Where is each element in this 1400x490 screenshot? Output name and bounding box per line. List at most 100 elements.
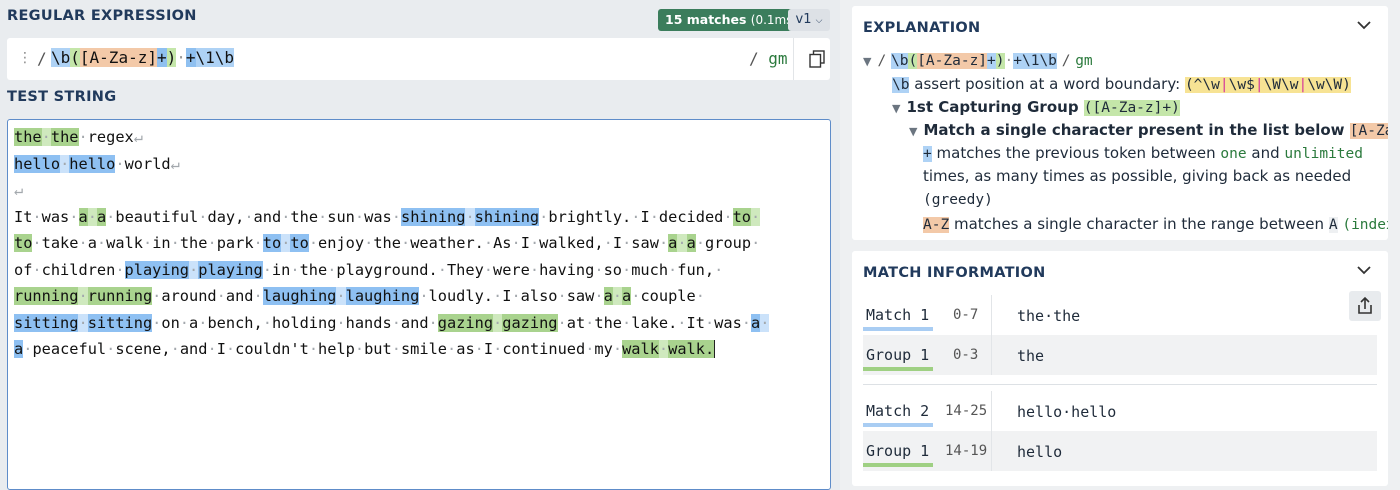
expr-part: \b xyxy=(1039,53,1057,69)
test-word: couldn't xyxy=(235,340,309,358)
test-word: sitting xyxy=(14,313,79,332)
test-word: was xyxy=(714,313,742,332)
whitespace-marker: · xyxy=(603,234,613,252)
newline-marker: ↵ xyxy=(14,181,24,199)
regex-token: ) xyxy=(166,48,177,67)
group-row[interactable]: Group 1 0-3 the xyxy=(863,335,1377,375)
test-word: shining xyxy=(400,207,466,226)
regex-open-delimiter: / xyxy=(37,49,47,68)
explanation-line: ▼ / \b([A-Za-z]+)·+\1\b / gm xyxy=(863,49,1093,73)
test-word: much xyxy=(631,260,669,279)
test-word: in xyxy=(152,234,171,252)
match-information-panel: MATCH INFORMATION Match 1 0-7 the·the Gr… xyxy=(852,251,1388,486)
whitespace-marker: · xyxy=(87,207,97,226)
chevron-down-icon: ⌵ xyxy=(815,16,823,26)
chevron-down-icon[interactable] xyxy=(1357,20,1371,30)
whitespace-marker: · xyxy=(714,260,724,279)
test-word: a xyxy=(14,340,24,358)
test-word: I xyxy=(216,340,226,358)
whitespace-marker: · xyxy=(170,234,180,252)
explanation-keyword: unlimited xyxy=(1284,146,1363,162)
group-row[interactable]: Group 1 14-19 hello xyxy=(863,431,1377,471)
group-label: Group 1 xyxy=(863,346,934,371)
detail-part: | xyxy=(1219,77,1229,93)
test-word: and xyxy=(179,340,208,358)
test-string-text[interactable]: the·the·regex↵ hello·hello·world↵ ↵ It·was·… xyxy=(14,124,826,363)
whitespace-marker: · xyxy=(723,207,733,226)
whitespace-marker: · xyxy=(262,260,272,279)
editor-column: REGULAR EXPRESSION 15 matches (0.1ms) v1… xyxy=(0,0,840,490)
drag-handle-icon[interactable]: ⋮ xyxy=(18,50,32,66)
whitespace-marker: · xyxy=(354,340,365,358)
test-word: continued xyxy=(502,340,586,358)
whitespace-marker: · xyxy=(594,260,604,279)
test-word: a xyxy=(96,207,107,226)
divider xyxy=(991,431,992,471)
whitespace-marker: · xyxy=(483,234,494,252)
test-word: the xyxy=(299,260,328,279)
detail-part: \w\W) xyxy=(1307,77,1351,93)
regex-flags[interactable]: / gm xyxy=(749,49,788,68)
whitespace-marker: · xyxy=(400,234,411,252)
test-word: beautiful xyxy=(115,207,199,226)
test-word: sitting xyxy=(87,313,153,332)
test-word: was xyxy=(41,207,70,226)
explanation-text: and xyxy=(1251,144,1280,162)
test-word: hello xyxy=(69,154,116,173)
copy-icon[interactable] xyxy=(809,50,825,68)
match-range: 0-7 xyxy=(953,307,979,323)
test-word: the xyxy=(373,234,401,252)
match-count: 15 matches xyxy=(665,12,747,27)
test-word: brightly. xyxy=(548,207,632,226)
explanation-label: 1st Capturing Group xyxy=(906,98,1079,116)
chevron-down-icon[interactable] xyxy=(1357,265,1371,275)
explanation-line: + matches the previous token between one… xyxy=(923,142,1363,165)
explanation-text: matches the previous token between xyxy=(936,144,1216,162)
test-word: running xyxy=(87,287,153,305)
whitespace-marker: · xyxy=(612,287,623,305)
test-word: a xyxy=(622,287,632,305)
triangle-down-icon[interactable]: ▼ xyxy=(863,55,871,68)
explanation-line: ▼ Match a single character present in the… xyxy=(909,119,1388,143)
regex-input[interactable]: ⋮ / \b([A-Za-z]+)·+\1\b / gm xyxy=(7,38,830,80)
match-row[interactable]: Match 1 0-7 the·the xyxy=(863,295,1377,335)
whitespace-marker: · xyxy=(529,234,540,252)
whitespace-marker: · xyxy=(437,260,447,279)
whitespace-marker: · xyxy=(493,287,503,305)
match-row[interactable]: Match 2 14-25 hello·hello xyxy=(863,391,1377,431)
explanation-line: (greedy) xyxy=(923,188,993,211)
whitespace-marker: · xyxy=(585,313,595,332)
whitespace-marker: · xyxy=(32,234,42,252)
test-word: children xyxy=(41,260,116,279)
triangle-down-icon[interactable]: ▼ xyxy=(909,125,917,138)
explanation-text: (greedy) xyxy=(923,192,993,208)
whitespace-marker: · xyxy=(649,207,659,226)
whitespace-marker: · xyxy=(668,260,678,279)
whitespace-marker: · xyxy=(225,340,236,358)
test-word: walked, xyxy=(539,234,604,252)
explanation-token: + xyxy=(923,146,932,162)
test-word: as xyxy=(456,340,475,358)
whitespace-marker: · xyxy=(622,234,632,252)
triangle-down-icon[interactable]: ▼ xyxy=(892,102,900,115)
test-word: park xyxy=(216,234,254,252)
whitespace-marker: · xyxy=(391,207,401,226)
test-word: to xyxy=(732,207,752,226)
test-word: gazing xyxy=(502,313,558,332)
test-string-editor[interactable]: the·the·regex↵ hello·hello·world↵ ↵ It·was·… xyxy=(7,119,831,490)
whitespace-marker: · xyxy=(78,234,88,252)
test-word: sun xyxy=(327,207,355,226)
test-word: a xyxy=(78,207,88,226)
test-word: my xyxy=(594,340,613,358)
match-label: Match 1 xyxy=(863,306,934,331)
whitespace-marker: · xyxy=(189,260,199,279)
newline-marker: ↵ xyxy=(133,128,143,146)
regex-expression[interactable]: \b([A-Za-z]+)·+\1\b xyxy=(51,47,235,69)
version-dropdown[interactable]: v1 ⌵ xyxy=(788,9,830,31)
explanation-token: A-Z xyxy=(923,217,950,233)
regex-token: \b xyxy=(51,48,71,67)
regex-token: + xyxy=(156,48,167,67)
explanation-detail: (^\w|\w$|\W\w|\w\W) xyxy=(1184,77,1351,93)
explanation-tail: (index xyxy=(1342,217,1388,233)
explanation-keyword: A xyxy=(1328,217,1338,233)
